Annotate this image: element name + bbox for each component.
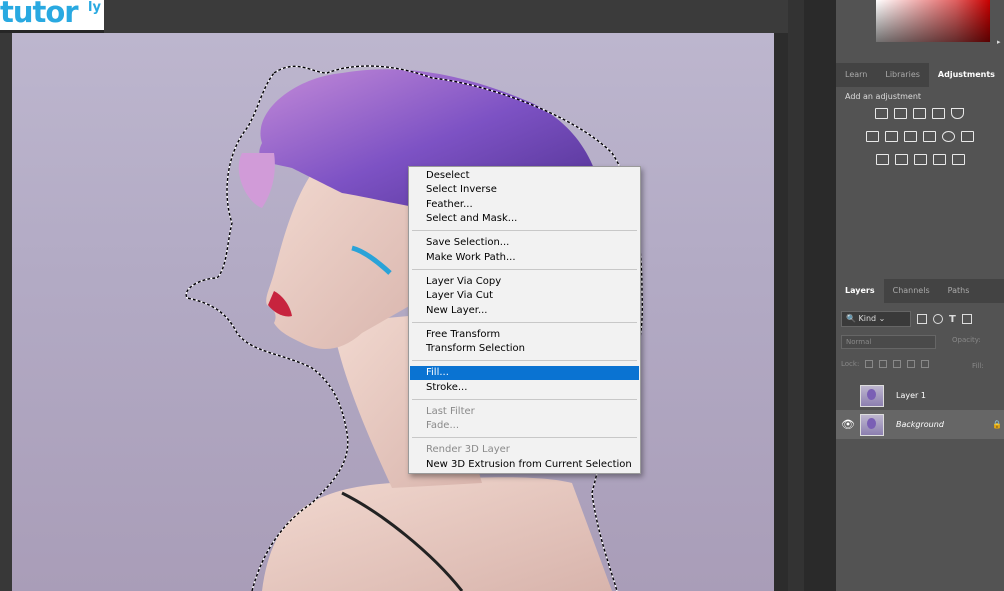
curves-icon[interactable] <box>913 108 926 119</box>
photo-filter-icon[interactable] <box>923 131 936 142</box>
menu-item-make-work-path[interactable]: Make Work Path... <box>410 251 639 265</box>
tab-channels[interactable]: Channels <box>884 279 939 303</box>
lock-artboard-icon[interactable] <box>907 360 916 368</box>
menu-separator <box>412 360 637 361</box>
layer-thumbnail <box>860 413 884 436</box>
layers-filter-bar: 🔍 Kind ⌄ T <box>841 309 1001 329</box>
menu-item-new-layer[interactable]: New Layer... <box>410 304 639 318</box>
brightness-icon[interactable] <box>875 108 888 119</box>
panel-divider[interactable] <box>788 0 804 591</box>
shoulder-shape <box>262 477 612 591</box>
type-filter-icon[interactable]: T <box>949 314 956 325</box>
menu-item-select-inverse[interactable]: Select Inverse <box>410 183 639 197</box>
threshold-icon[interactable] <box>914 154 927 165</box>
lock-row: Lock: <box>841 360 930 368</box>
menu-item-new-3d-extrusion[interactable]: New 3D Extrusion from Current Selection <box>410 458 639 472</box>
adjustment-row-1 <box>875 108 964 119</box>
menu-item-layer-via-copy[interactable]: Layer Via Copy <box>410 275 639 289</box>
layer-thumbnail <box>860 384 884 407</box>
logo-text: tutor <box>0 0 79 29</box>
layer-name: Layer 1 <box>896 391 926 400</box>
layer-row-background[interactable]: 👁 Background 🔒 <box>836 410 1004 439</box>
adjustment-row-2 <box>866 131 974 142</box>
panel-tabs-layers: Layers Channels Paths <box>836 279 1004 303</box>
lock-transparent-icon[interactable] <box>865 360 874 368</box>
hue-slider-arrow-icon[interactable]: ▸ <box>997 38 1001 46</box>
hue-saturation-icon[interactable] <box>866 131 879 142</box>
gradient-map-icon[interactable] <box>952 154 965 165</box>
adjustment-filter-icon[interactable] <box>933 314 943 324</box>
menu-separator <box>412 437 637 438</box>
lock-icon: 🔒 <box>992 420 1002 429</box>
vibrance-icon[interactable] <box>951 108 964 119</box>
menu-item-fade: Fade... <box>426 420 459 431</box>
selective-color-icon[interactable] <box>933 154 946 165</box>
invert-icon[interactable] <box>876 154 889 165</box>
tab-libraries[interactable]: Libraries <box>876 63 929 87</box>
tutorly-logo: tutor ly <box>0 0 104 30</box>
posterize-icon[interactable] <box>895 154 908 165</box>
menu-item-deselect[interactable]: Deselect <box>410 169 639 183</box>
adjustments-label: Add an adjustment <box>845 92 922 101</box>
adjustment-row-3 <box>876 154 965 165</box>
menu-item-save-selection[interactable]: Save Selection... <box>410 236 639 250</box>
menu-separator <box>412 322 637 323</box>
tab-adjustments[interactable]: Adjustments <box>928 63 1004 87</box>
menu-separator <box>412 230 637 231</box>
menu-item-select-and-mask[interactable]: Select and Mask... <box>410 212 639 226</box>
levels-icon[interactable] <box>894 108 907 119</box>
hair-strand-shape <box>238 153 275 208</box>
panel-tabs-top: Learn Libraries Adjustments <box>836 63 1004 87</box>
panel-dock-strip <box>804 0 836 591</box>
eye-icon[interactable]: 👁 <box>836 418 860 431</box>
canvas-gutter <box>774 33 788 591</box>
menu-item-free-transform[interactable]: Free Transform <box>410 328 639 342</box>
exposure-icon[interactable] <box>932 108 945 119</box>
logo-superscript: ly <box>88 0 101 15</box>
lock-image-icon[interactable] <box>879 360 888 368</box>
tab-paths[interactable]: Paths <box>939 279 979 303</box>
black-white-icon[interactable] <box>904 131 917 142</box>
kind-filter-label: Kind <box>858 314 877 323</box>
context-menu: Deselect Select Inverse Feather... Selec… <box>408 166 641 474</box>
tab-layers[interactable]: Layers <box>836 279 884 303</box>
color-lookup-icon[interactable] <box>961 131 974 142</box>
layer-row-layer-1[interactable]: Layer 1 <box>836 381 1004 410</box>
lock-label: Lock: <box>841 360 860 368</box>
channel-mixer-icon[interactable] <box>942 131 955 142</box>
color-picker-field[interactable] <box>876 0 990 42</box>
pixel-filter-icon[interactable] <box>917 314 927 324</box>
menu-item-transform-selection[interactable]: Transform Selection <box>410 342 639 356</box>
menu-item-layer-via-cut[interactable]: Layer Via Cut <box>410 289 639 303</box>
fill-label: Fill: <box>972 362 984 370</box>
menu-item-fill[interactable]: Fill... <box>410 366 639 380</box>
opacity-label: Opacity: <box>952 336 981 344</box>
blend-mode-select[interactable]: Normal <box>841 335 936 349</box>
document-canvas[interactable] <box>12 33 774 591</box>
lock-position-icon[interactable] <box>893 360 902 368</box>
menu-separator <box>412 269 637 270</box>
lock-all-icon[interactable] <box>921 360 930 368</box>
kind-filter-select[interactable]: 🔍 Kind ⌄ <box>841 311 911 327</box>
shape-filter-icon[interactable] <box>961 314 972 324</box>
document-tab-bar <box>104 0 788 33</box>
menu-item-feather[interactable]: Feather... <box>410 198 639 212</box>
menu-item-last-filter: Last Filter <box>426 406 475 417</box>
photo-illustration <box>185 65 643 591</box>
layer-name: Background <box>896 420 944 429</box>
tab-learn[interactable]: Learn <box>836 63 876 87</box>
menu-separator <box>412 399 637 400</box>
menu-item-stroke[interactable]: Stroke... <box>410 381 639 395</box>
color-balance-icon[interactable] <box>885 131 898 142</box>
menu-item-render-3d-layer: Render 3D Layer <box>426 444 510 455</box>
